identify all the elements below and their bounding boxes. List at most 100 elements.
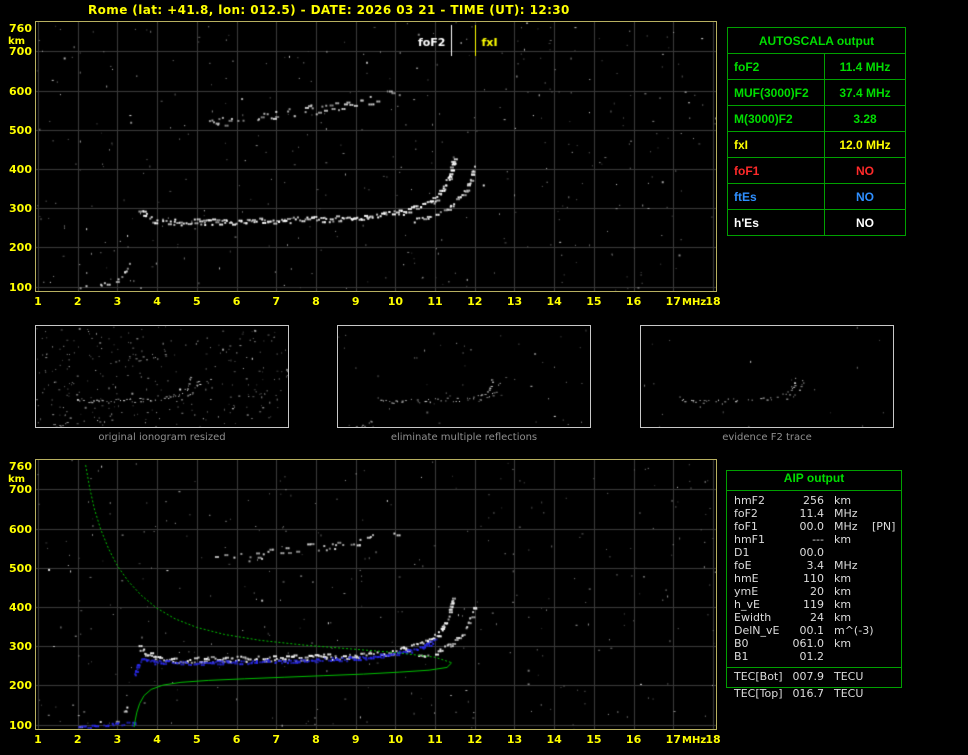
y-tick-label: 600 — [9, 522, 32, 536]
table-row: hmE 110 km — [734, 572, 901, 585]
param-note — [872, 494, 901, 507]
table-row: hmF1 --- km — [734, 533, 901, 546]
param-label: B0 — [734, 637, 749, 650]
param-value: 24 — [810, 611, 824, 624]
param-label: hmF2 — [734, 494, 766, 507]
table-row: foE 3.4 MHz — [734, 559, 901, 572]
bottom-ionogram — [35, 459, 717, 730]
x-tick-label: 17 — [665, 295, 681, 308]
y-axis-unit: km — [8, 474, 26, 485]
table-row: DelN_vE 00.1 m^(-3) — [734, 624, 901, 637]
table-row: TEC[Bot] 007.9 TECU — [734, 670, 901, 683]
x-tick-label: 9 — [351, 733, 360, 746]
param-label: TEC[Top] — [734, 687, 783, 700]
param-value: NO — [824, 209, 906, 236]
param-value: 11.4 MHz — [824, 53, 906, 80]
y-tick-label: 700 — [9, 45, 32, 59]
param-value: --- — [812, 533, 824, 546]
param-note — [872, 533, 901, 546]
param-label: h_vE — [734, 598, 760, 611]
x-tick-label: 8 — [312, 733, 320, 746]
thumbnail-caption: eliminate multiple reflections — [390, 432, 538, 443]
param-label: foF1 — [734, 520, 758, 533]
param-label: foF1 — [727, 157, 825, 184]
param-label: h'Es — [727, 209, 825, 236]
param-label: Ewidth — [734, 611, 772, 624]
table-row: h'Es NO — [727, 209, 906, 236]
param-label: M(3000)F2 — [727, 105, 825, 132]
x-tick-label: 1 — [34, 733, 42, 746]
x-tick-label: 17 — [665, 733, 681, 746]
x-tick-label: 11 — [427, 733, 443, 746]
table-row: B1 01.2 — [734, 650, 901, 663]
param-unit: km — [834, 572, 852, 585]
param-note — [872, 572, 901, 585]
table-row: D1 00.0 — [734, 546, 901, 559]
x-tick-label: 7 — [272, 295, 281, 308]
bottom-ionogram-canvas — [36, 460, 716, 729]
autoscala-output-table: AUTOSCALA output foF2 11.4 MHz MUF(3000)F2… — [727, 27, 906, 236]
param-label: ftEs — [727, 183, 825, 210]
x-tick-label: 18 — [705, 295, 721, 308]
table-row: foF2 11.4 MHz — [734, 507, 901, 520]
table-row: TEC[Top] 016.7 TECU — [727, 687, 900, 700]
param-value: 01.2 — [799, 650, 825, 663]
x-tick-label: 9 — [351, 295, 360, 308]
table-row: MUF(3000)F2 37.4 MHz — [727, 79, 906, 106]
thumbnail-evidence-f2-trace — [640, 325, 894, 428]
param-unit: km — [834, 598, 852, 611]
x-tick-label: 14 — [546, 295, 562, 308]
y-tick-label: 700 — [9, 483, 32, 497]
y-tick-label: 300 — [9, 640, 32, 654]
aip-output-table: AIP output hmF2 256 km foF2 11.4 MHz foF1 00.0 M… — [726, 470, 902, 688]
param-unit: TECU — [834, 670, 864, 683]
param-note — [872, 585, 901, 598]
table-row: fxI 12.0 MHz — [727, 131, 906, 158]
param-label: fxI — [727, 131, 825, 158]
param-unit: MHz — [834, 520, 858, 533]
param-value: 00.0 — [799, 546, 825, 559]
param-label: B1 — [734, 650, 749, 663]
thumbnail-eliminate-reflections — [337, 325, 591, 428]
x-tick-label: 1 — [34, 295, 42, 308]
param-unit: TECU — [834, 687, 864, 700]
table-row: foF2 11.4 MHz — [727, 53, 906, 80]
thumbnail-original-ionogram — [35, 325, 289, 428]
x-tick-label: 3 — [113, 733, 122, 746]
param-value: 016.7 — [792, 687, 825, 700]
param-note — [872, 637, 901, 650]
y-axis-unit: km — [8, 36, 26, 47]
param-value: 00.0 — [799, 520, 825, 533]
table-row: ftEs NO — [727, 183, 906, 210]
x-tick-label: 2 — [73, 733, 82, 746]
table-row: foF1 00.0 MHz [PN] — [734, 520, 901, 533]
param-note — [872, 611, 901, 624]
x-tick-label: 10 — [387, 295, 403, 308]
param-note — [872, 650, 901, 663]
param-unit: m^(-3) — [834, 624, 874, 637]
param-unit: MHz — [834, 507, 858, 520]
x-tick-label: 16 — [625, 733, 642, 746]
param-note: [PN] — [872, 520, 896, 533]
param-unit: km — [834, 611, 852, 624]
x-tick-label: 10 — [387, 733, 403, 746]
y-tick-label: 500 — [9, 123, 32, 137]
x-tick-label: 5 — [192, 295, 201, 308]
y-tick-label: 760 — [9, 21, 32, 35]
param-value: 3.4 — [806, 559, 825, 572]
y-tick-label: 100 — [9, 280, 32, 294]
param-note — [873, 624, 901, 637]
x-tick-label: 12 — [467, 295, 483, 308]
thumbnail-canvas — [641, 326, 893, 427]
param-unit: km — [834, 585, 852, 598]
param-value: 20 — [810, 585, 824, 598]
autoscala-app: Rome (lat: +41.8, lon: 012.5) - DATE: 20… — [0, 0, 968, 755]
param-value: NO — [824, 157, 906, 184]
param-unit: km — [834, 494, 852, 507]
x-tick-label: 16 — [625, 295, 642, 308]
station-title: Rome (lat: +41.8, lon: 012.5) - DATE: 20… — [88, 3, 570, 17]
divider — [727, 667, 901, 668]
thumbnail-caption: original ionogram resized — [98, 432, 226, 443]
param-unit — [834, 546, 872, 559]
param-value: 12.0 MHz — [824, 131, 906, 158]
